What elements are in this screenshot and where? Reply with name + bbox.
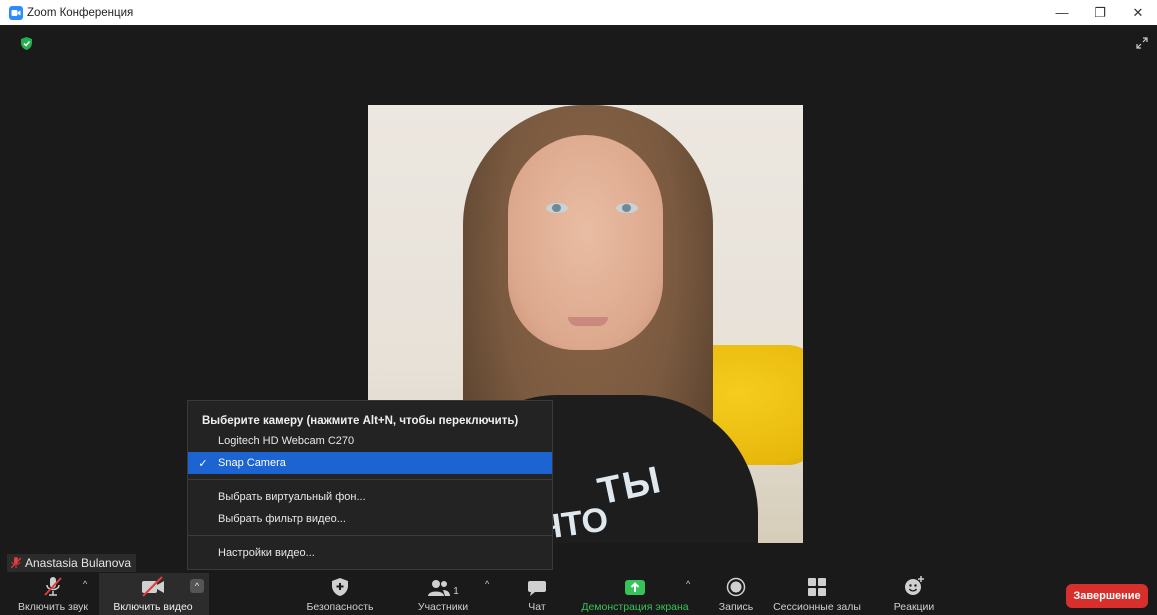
camera-menu-header: Выберите камеру (нажмите Alt+N, чтобы пе… <box>202 415 519 427</box>
share-options-caret[interactable]: ^ <box>686 579 690 589</box>
participants-button[interactable]: 1 Участники <box>408 573 478 615</box>
check-icon: ✓ <box>198 457 208 470</box>
menu-divider <box>188 479 552 480</box>
start-video-button[interactable]: Включить видео <box>105 573 201 615</box>
minimize-button[interactable]: — <box>1043 0 1081 25</box>
chat-icon <box>528 581 546 596</box>
menu-item-label: Выбрать виртуальный фон... <box>218 491 366 503</box>
encryption-shield-icon[interactable] <box>21 37 32 50</box>
participant-name-tag: Anastasia Bulanova <box>7 554 137 572</box>
participants-icon <box>428 580 451 596</box>
camera-option-label: Snap Camera <box>218 457 286 469</box>
window-titlebar: Zoom Конференция — ❐ ✕ <box>0 0 1157 25</box>
participant-name: Anastasia Bulanova <box>25 556 132 570</box>
camera-option-snap-camera[interactable]: ✓ Snap Camera <box>188 452 552 474</box>
end-meeting-button[interactable]: Завершение <box>1066 584 1148 608</box>
menu-divider <box>188 535 552 536</box>
mic-muted-icon <box>44 577 62 596</box>
chat-label: Чат <box>528 601 546 613</box>
video-subject-lips <box>568 317 608 326</box>
participants-options-caret[interactable]: ^ <box>485 579 489 589</box>
security-label: Безопасность <box>306 601 374 613</box>
window-title: Zoom Конференция <box>27 6 134 19</box>
video-subject-eye-right <box>616 203 638 213</box>
reactions-icon <box>905 576 924 595</box>
video-subject-eye-left <box>546 203 568 213</box>
mic-muted-icon <box>11 557 21 569</box>
meeting-toolbar: Включить звук ^ Включить видео ^ Безопас… <box>0 573 1157 615</box>
record-label: Запись <box>718 601 754 613</box>
camera-option-logitech[interactable]: Logitech HD Webcam C270 <box>188 430 552 452</box>
breakout-rooms-label: Сессионные залы <box>773 601 861 613</box>
record-button[interactable]: Запись <box>712 573 760 615</box>
share-screen-label: Демонстрация экрана <box>581 601 689 613</box>
start-video-label: Включить видео <box>113 601 193 613</box>
zoom-app-icon <box>9 5 23 20</box>
menu-item-label: Настройки видео... <box>218 547 315 559</box>
choose-video-filter[interactable]: Выбрать фильтр видео... <box>188 508 552 530</box>
breakout-rooms-icon <box>808 578 826 596</box>
window-controls: — ❐ ✕ <box>1043 0 1157 25</box>
record-icon <box>726 577 746 597</box>
fullscreen-icon[interactable] <box>1135 36 1149 50</box>
video-settings[interactable]: Настройки видео... <box>188 542 552 564</box>
video-options-caret[interactable]: ^ <box>190 579 204 593</box>
participant-count: 1 <box>453 586 459 597</box>
chat-button[interactable]: Чат <box>515 573 559 615</box>
video-off-icon <box>142 576 164 597</box>
restore-button[interactable]: ❐ <box>1081 0 1119 25</box>
choose-virtual-background[interactable]: Выбрать виртуальный фон... <box>188 486 552 508</box>
menu-item-label: Выбрать фильтр видео... <box>218 513 346 525</box>
security-button[interactable]: Безопасность <box>300 573 380 615</box>
close-button[interactable]: ✕ <box>1119 0 1157 25</box>
breakout-rooms-button[interactable]: Сессионные залы <box>762 573 872 615</box>
unmute-label: Включить звук <box>17 601 89 613</box>
meeting-stage: ТЫ ЧТО Anastasia Bulanova <box>7 25 1157 573</box>
camera-option-label: Logitech HD Webcam C270 <box>218 435 355 447</box>
share-screen-icon <box>625 580 645 595</box>
participants-label: Участники <box>417 601 469 613</box>
shield-icon <box>332 578 348 596</box>
reactions-button[interactable]: Реакции <box>882 573 946 615</box>
reactions-label: Реакции <box>893 601 935 613</box>
audio-options-caret[interactable]: ^ <box>83 579 87 589</box>
share-screen-button[interactable]: Демонстрация экрана <box>575 573 695 615</box>
camera-select-menu: Выберите камеру (нажмите Alt+N, чтобы пе… <box>187 400 553 570</box>
